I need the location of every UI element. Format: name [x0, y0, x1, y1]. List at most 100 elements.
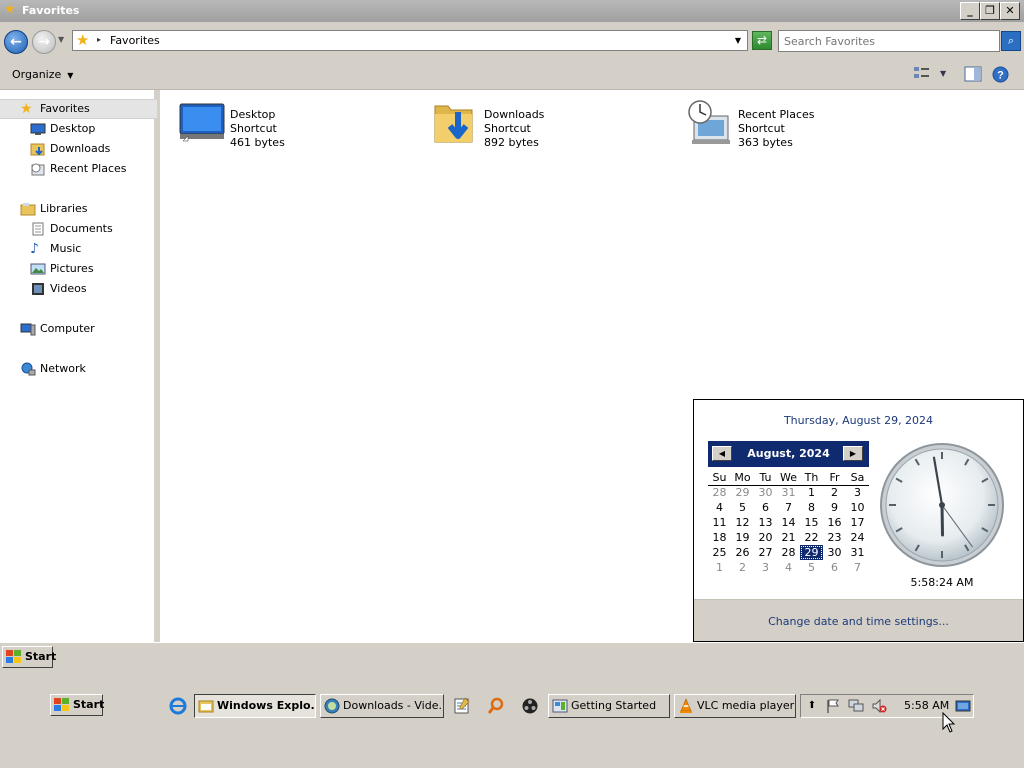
calendar-day[interactable]: 11 [708, 515, 731, 530]
calendar-day[interactable]: 16 [823, 515, 846, 530]
nav-recent-places[interactable]: Recent Places [30, 160, 127, 178]
notepad-icon[interactable] [453, 697, 471, 715]
calendar-day[interactable]: 6 [823, 560, 846, 575]
calendar-day[interactable]: 3 [846, 485, 869, 500]
breadcrumb-favorites[interactable]: Favorites [110, 34, 160, 47]
network-icon[interactable] [848, 698, 864, 714]
file-name: Recent Places [738, 108, 815, 121]
calendar-day[interactable]: 7 [846, 560, 869, 575]
nav-downloads-label: Downloads [50, 142, 111, 155]
calendar-day[interactable]: 4 [777, 560, 800, 575]
search-input[interactable] [784, 32, 994, 50]
calendar-header: ◀ August, 2024 ▶ [708, 441, 869, 467]
back-button[interactable]: ← [4, 30, 28, 54]
calendar-day[interactable]: 12 [731, 515, 754, 530]
help-icon[interactable]: ? [992, 66, 1009, 83]
calendar-day[interactable]: 30 [823, 545, 846, 560]
file-item-desktop[interactable]: Desktop Shortcut 461 bytes [178, 98, 428, 154]
calendar-day[interactable]: 28 [777, 545, 800, 560]
search-button[interactable]: ⌕ [1001, 31, 1021, 51]
search-magnifier-icon[interactable] [487, 697, 505, 715]
address-bar[interactable]: ★ ▸ Favorites ▼ [72, 30, 748, 51]
calendar-day[interactable]: 30 [754, 485, 777, 500]
preview-pane-icon[interactable] [964, 66, 982, 82]
organize-button[interactable]: Organize ▼ [12, 68, 73, 81]
nav-pictures[interactable]: Pictures [30, 260, 94, 278]
calendar-day[interactable]: 6 [754, 500, 777, 515]
taskbar-button-windows-explorer[interactable]: Windows Explo... [194, 694, 316, 718]
calendar-day[interactable]: 27 [754, 545, 777, 560]
calendar-day[interactable]: 26 [731, 545, 754, 560]
next-month-button[interactable]: ▶ [843, 446, 863, 461]
calendar-day[interactable]: 19 [731, 530, 754, 545]
calendar-day[interactable]: 13 [754, 515, 777, 530]
calendar-day[interactable]: 5 [731, 500, 754, 515]
calendar-day[interactable]: 18 [708, 530, 731, 545]
weekday-label: Tu [754, 470, 777, 486]
change-date-time-settings-link[interactable]: Change date and time settings... [694, 615, 1023, 628]
show-hidden-icon[interactable]: ⬆ [804, 698, 820, 714]
long-date-label[interactable]: Thursday, August 29, 2024 [694, 414, 1023, 427]
nav-favorites[interactable]: ★ Favorites [20, 100, 90, 118]
calendar-day[interactable]: 4 [708, 500, 731, 515]
start-button[interactable]: Start [2, 646, 56, 668]
calendar-day[interactable]: 24 [846, 530, 869, 545]
nav-computer[interactable]: Computer [20, 320, 95, 338]
calendar-day[interactable]: 15 [800, 515, 823, 530]
file-item-recent-places[interactable]: Recent Places Shortcut 363 bytes [686, 98, 936, 154]
calendar-day[interactable]: 2 [823, 485, 846, 500]
minimize-button[interactable]: _ [960, 2, 980, 20]
calendar-day-selected[interactable]: 29 [800, 545, 823, 560]
nav-downloads[interactable]: Downloads [30, 140, 110, 158]
calendar-day[interactable]: 17 [846, 515, 869, 530]
forward-button[interactable]: → [32, 30, 56, 54]
calendar-day[interactable]: 9 [823, 500, 846, 515]
file-type: Shortcut [230, 122, 277, 135]
nav-videos[interactable]: Videos [30, 280, 87, 298]
obs-icon[interactable] [521, 697, 539, 715]
tray-clock[interactable]: 5:58 AM [904, 699, 949, 712]
calendar-day[interactable]: 3 [754, 560, 777, 575]
action-center-flag-icon[interactable] [825, 698, 841, 714]
calendar-day[interactable]: 31 [777, 485, 800, 500]
views-icon[interactable] [913, 66, 931, 82]
calendar-day[interactable]: 1 [800, 485, 823, 500]
close-button[interactable]: ✕ [1000, 2, 1020, 20]
calendar-day[interactable]: 2 [731, 560, 754, 575]
taskbar-start-button[interactable]: Start [50, 694, 104, 716]
calendar-day[interactable]: 5 [800, 560, 823, 575]
views-dropdown-icon[interactable]: ▼ [940, 66, 946, 82]
calendar-day[interactable]: 31 [846, 545, 869, 560]
calendar-day[interactable]: 8 [800, 500, 823, 515]
nav-favorites-label: Favorites [40, 102, 90, 115]
address-dropdown-icon[interactable]: ▼ [735, 36, 741, 45]
restore-button[interactable]: ❐ [980, 2, 1000, 20]
calendar-day[interactable]: 21 [777, 530, 800, 545]
nav-music[interactable]: ♪ Music [30, 240, 81, 258]
nav-documents[interactable]: Documents [30, 220, 113, 238]
nav-libraries[interactable]: Libraries [20, 200, 88, 218]
file-item-downloads[interactable]: Downloads Shortcut 892 bytes [432, 98, 682, 154]
calendar-day[interactable]: 29 [731, 485, 754, 500]
calendar-day[interactable]: 14 [777, 515, 800, 530]
refresh-button[interactable]: ⇄ [752, 31, 772, 50]
calendar-day[interactable]: 25 [708, 545, 731, 560]
calendar-day[interactable]: 7 [777, 500, 800, 515]
calendar-day[interactable]: 10 [846, 500, 869, 515]
breadcrumb-separator-icon[interactable]: ▸ [97, 35, 101, 44]
nav-desktop[interactable]: Desktop [30, 120, 95, 138]
taskbar-button-vlc[interactable]: VLC media player [674, 694, 796, 718]
search-box[interactable] [778, 30, 1000, 52]
calendar-day[interactable]: 23 [823, 530, 846, 545]
recent-pages-dropdown-icon[interactable]: ▼ [58, 35, 64, 44]
calendar-day[interactable]: 20 [754, 530, 777, 545]
calendar-day[interactable]: 28 [708, 485, 731, 500]
taskbar-button-getting-started[interactable]: Getting Started [548, 694, 670, 718]
volume-muted-icon[interactable] [871, 698, 887, 714]
show-desktop-icon[interactable] [955, 698, 971, 714]
taskbar-button-downloads-video[interactable]: Downloads - Vide... [320, 694, 444, 718]
calendar-day[interactable]: 1 [708, 560, 731, 575]
internet-explorer-icon[interactable] [169, 697, 187, 715]
nav-network[interactable]: Network [20, 360, 86, 378]
calendar-day[interactable]: 22 [800, 530, 823, 545]
